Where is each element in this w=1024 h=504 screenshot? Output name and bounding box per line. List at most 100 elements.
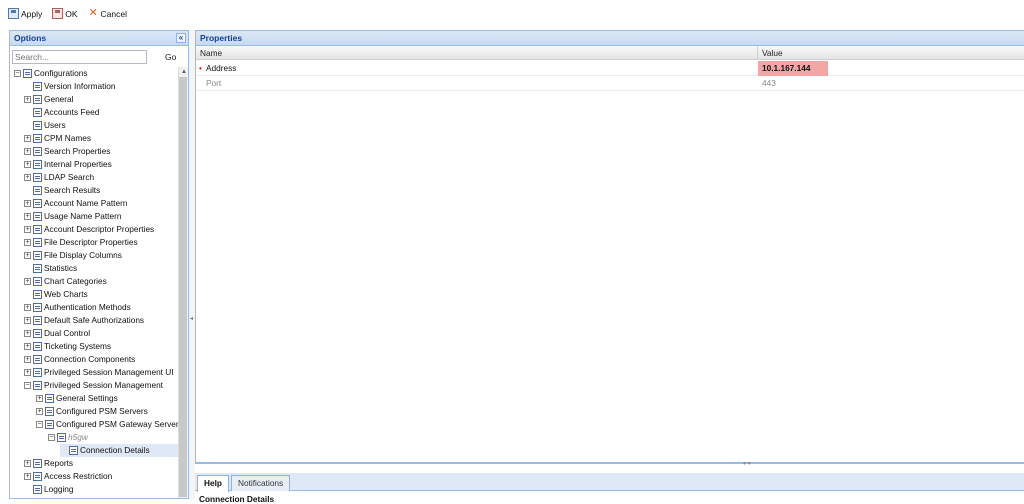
tree-item[interactable]: − h5gw <box>48 431 88 444</box>
expand-icon[interactable]: + <box>24 460 31 467</box>
tree-item-label: Access Restriction <box>44 471 113 481</box>
tree-item[interactable]: Logging <box>24 483 74 496</box>
tree-node-icon <box>33 251 42 260</box>
collapse-panel-icon[interactable]: « <box>176 33 186 43</box>
tree-item[interactable]: + General <box>24 93 74 106</box>
tree-item[interactable]: + Search Properties <box>24 145 110 158</box>
cancel-button[interactable]: ✕ Cancel <box>88 8 127 19</box>
tree-item-label: Default Safe Authorizations <box>44 315 145 325</box>
tree-item[interactable]: Version Information <box>24 80 115 93</box>
tree-item[interactable]: + Configured PSM Servers <box>36 405 148 418</box>
expand-icon[interactable]: + <box>24 174 31 181</box>
expand-icon[interactable]: + <box>24 252 31 259</box>
tree-item-label: Reports <box>44 458 74 468</box>
column-header-value[interactable]: Value <box>758 46 1024 60</box>
collapse-icon[interactable]: − <box>48 434 55 441</box>
tree-item[interactable]: + Chart Categories <box>24 275 107 288</box>
tree-item[interactable]: + Access Restriction <box>24 470 112 483</box>
expand-icon[interactable]: + <box>24 148 31 155</box>
tree-item[interactable]: + Connection Components <box>24 353 135 366</box>
tree-node-icon <box>57 433 66 442</box>
tree-item[interactable]: − Configurations <box>14 67 88 80</box>
expand-icon[interactable]: + <box>24 278 31 285</box>
expand-icon[interactable]: + <box>24 161 31 168</box>
tree-item[interactable]: − Privileged Session Management <box>24 379 163 392</box>
tree-item[interactable]: Users <box>24 119 66 132</box>
tree-item[interactable]: + Account Name Pattern <box>24 197 127 210</box>
tree-item[interactable]: Accounts Feed <box>24 106 99 119</box>
column-header-name[interactable]: Name <box>196 46 758 60</box>
expand-icon[interactable]: + <box>24 356 31 363</box>
ok-button[interactable]: OK <box>52 8 78 19</box>
go-button[interactable]: Go <box>165 52 176 62</box>
tab-help[interactable]: Help <box>197 475 229 492</box>
expand-icon[interactable]: + <box>24 304 31 311</box>
tree-item[interactable]: Statistics <box>24 262 77 275</box>
property-value[interactable]: 443 <box>758 76 776 91</box>
tree-item[interactable]: + File Descriptor Properties <box>24 236 138 249</box>
tree-item[interactable]: + Internal Properties <box>24 158 112 171</box>
tree-node-icon <box>45 394 54 403</box>
tree-node-icon <box>69 446 78 455</box>
property-row-port[interactable]: Port 443 <box>196 76 1024 91</box>
expand-icon[interactable]: + <box>24 213 31 220</box>
tree-item[interactable]: + Dual Control <box>24 327 90 340</box>
tree-item-label: Configured PSM Servers <box>56 406 148 416</box>
expand-icon[interactable]: + <box>24 239 31 246</box>
save-ok-icon <box>52 8 64 19</box>
tree-item[interactable]: Connection Details <box>60 444 178 457</box>
tree-item[interactable]: + CPM Names <box>24 132 91 145</box>
expand-icon[interactable]: + <box>24 226 31 233</box>
tree-item[interactable]: + Account Descriptor Properties <box>24 223 154 236</box>
search-input[interactable] <box>12 49 147 64</box>
splitter-grip-icon: ◂ <box>190 316 194 322</box>
expand-icon[interactable]: + <box>24 343 31 350</box>
collapse-icon[interactable]: − <box>36 421 43 428</box>
expand-icon[interactable]: + <box>24 96 31 103</box>
expand-icon[interactable]: + <box>24 200 31 207</box>
scrollbar-thumb[interactable] <box>179 77 187 497</box>
tree-item[interactable]: + File Display Columns <box>24 249 122 262</box>
property-row-address[interactable]: • Address 10.1.167.144 <box>196 61 1024 76</box>
property-value[interactable]: 10.1.167.144 <box>758 61 828 76</box>
collapse-icon[interactable]: − <box>14 70 21 77</box>
tree-item[interactable]: + General Settings <box>36 392 118 405</box>
tree-node-icon <box>33 277 42 286</box>
bottom-splitter-grip-icon[interactable]: ▾ ▾ <box>743 460 751 467</box>
apply-button[interactable]: Apply <box>8 8 42 19</box>
expand-icon[interactable]: + <box>24 369 31 376</box>
expand-icon[interactable]: + <box>36 395 43 402</box>
tree-item[interactable]: Web Charts <box>24 288 88 301</box>
tree-node-icon <box>23 69 32 78</box>
tree-item[interactable]: + Authentication Methods <box>24 301 131 314</box>
tree-item[interactable]: + Reports <box>24 457 73 470</box>
properties-grid-header: Name Value <box>196 46 1024 60</box>
tree-item-label: Privileged Session Management <box>44 380 163 390</box>
scroll-up-icon[interactable]: ▲ <box>181 69 187 75</box>
property-name: Port <box>206 78 222 88</box>
tree-item[interactable]: + Privileged Session Management UI <box>24 366 174 379</box>
tree-node-icon <box>33 303 42 312</box>
tree-item-label: General <box>44 94 74 104</box>
expand-icon[interactable]: + <box>24 135 31 142</box>
tree-item[interactable]: + Ticketing Systems <box>24 340 111 353</box>
tree-item-label: General Settings <box>56 393 118 403</box>
tree-node-icon <box>33 485 42 494</box>
expand-icon[interactable]: + <box>24 473 31 480</box>
expand-icon[interactable]: + <box>24 317 31 324</box>
tree-item[interactable]: − Configured PSM Gateway Servers <box>36 418 183 431</box>
tree-item[interactable]: Search Results <box>24 184 100 197</box>
tree-node-icon <box>45 407 54 416</box>
tree-item-label: Logging <box>44 484 74 494</box>
tree-item[interactable]: + LDAP Search <box>24 171 94 184</box>
expand-icon[interactable]: + <box>36 408 43 415</box>
tree-item[interactable]: + Usage Name Pattern <box>24 210 121 223</box>
expand-icon[interactable]: + <box>24 330 31 337</box>
tree-node-icon <box>33 212 42 221</box>
collapse-icon[interactable]: − <box>24 382 31 389</box>
tree-item[interactable]: + Default Safe Authorizations <box>24 314 144 327</box>
tab-notifications[interactable]: Notifications <box>231 475 291 491</box>
tree-item-label: File Descriptor Properties <box>44 237 138 247</box>
